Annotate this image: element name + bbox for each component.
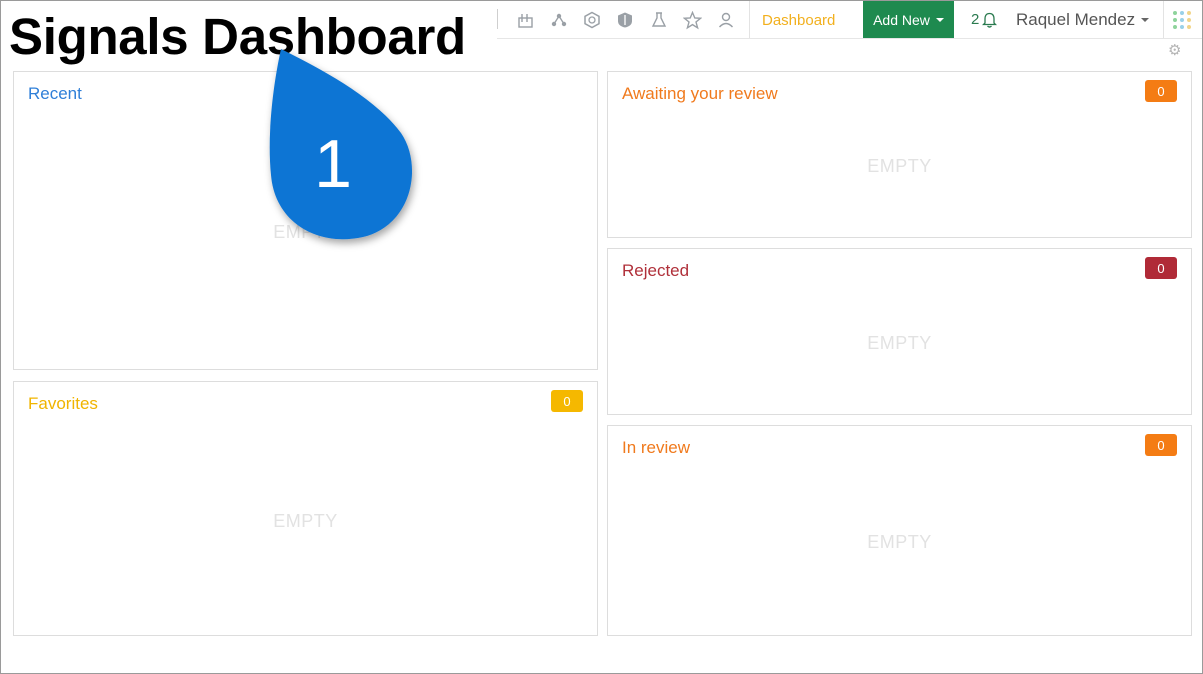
favorites-empty-label: EMPTY [273,511,338,531]
add-new-label: Add New [873,11,930,28]
rejected-count-badge: 0 [1145,257,1177,279]
notification-count: 2 [971,11,980,28]
beaker-icon[interactable] [649,10,669,30]
user-menu[interactable]: Raquel Mendez [1016,10,1150,30]
chevron-down-icon [1141,18,1150,22]
in-review-empty-label: EMPTY [867,532,932,552]
dashboard-link[interactable]: Dashboard [762,12,835,29]
shield-icon[interactable] [615,10,635,30]
awaiting-review-panel: Awaiting your review 0 EMPTY [607,71,1192,238]
molecule-icon[interactable] [549,10,569,30]
nav-separator [497,9,498,29]
in-review-count-badge: 0 [1145,434,1177,456]
in-review-panel: In review 0 EMPTY [607,425,1192,636]
nav-divider [749,1,750,38]
rejected-empty-label: EMPTY [867,333,932,353]
rejected-title: Rejected [622,261,690,280]
favorites-panel-title: Favorites [28,394,98,413]
add-new-button[interactable]: Add New [863,1,954,38]
user-name: Raquel Mendez [1016,10,1136,29]
in-review-title: In review [622,438,691,457]
recent-panel-title: Recent [28,84,82,103]
awaiting-empty-label: EMPTY [867,156,932,176]
nav-divider [1163,1,1164,38]
awaiting-count-badge: 0 [1145,80,1177,102]
favorites-panel: Favorites 0 EMPTY [13,381,598,636]
rejected-panel: Rejected 0 EMPTY [607,248,1192,415]
star-icon[interactable] [682,10,702,30]
hexagon-icon[interactable] [582,10,602,30]
user-icon[interactable] [716,10,736,30]
favorites-count-badge: 0 [551,390,583,412]
bell-icon [982,12,998,28]
awaiting-review-title: Awaiting your review [622,84,778,103]
app-window: Dashboard Add New 2 Raquel Mendez ⚙ Rece… [0,0,1203,674]
flask-rack-icon[interactable] [515,10,535,30]
callout-number: 1 [314,126,352,202]
notifications-button[interactable]: 2 [971,11,998,28]
chevron-down-icon [935,17,944,22]
gear-icon[interactable]: ⚙ [1168,41,1181,59]
apps-grid-icon[interactable] [1173,11,1191,29]
